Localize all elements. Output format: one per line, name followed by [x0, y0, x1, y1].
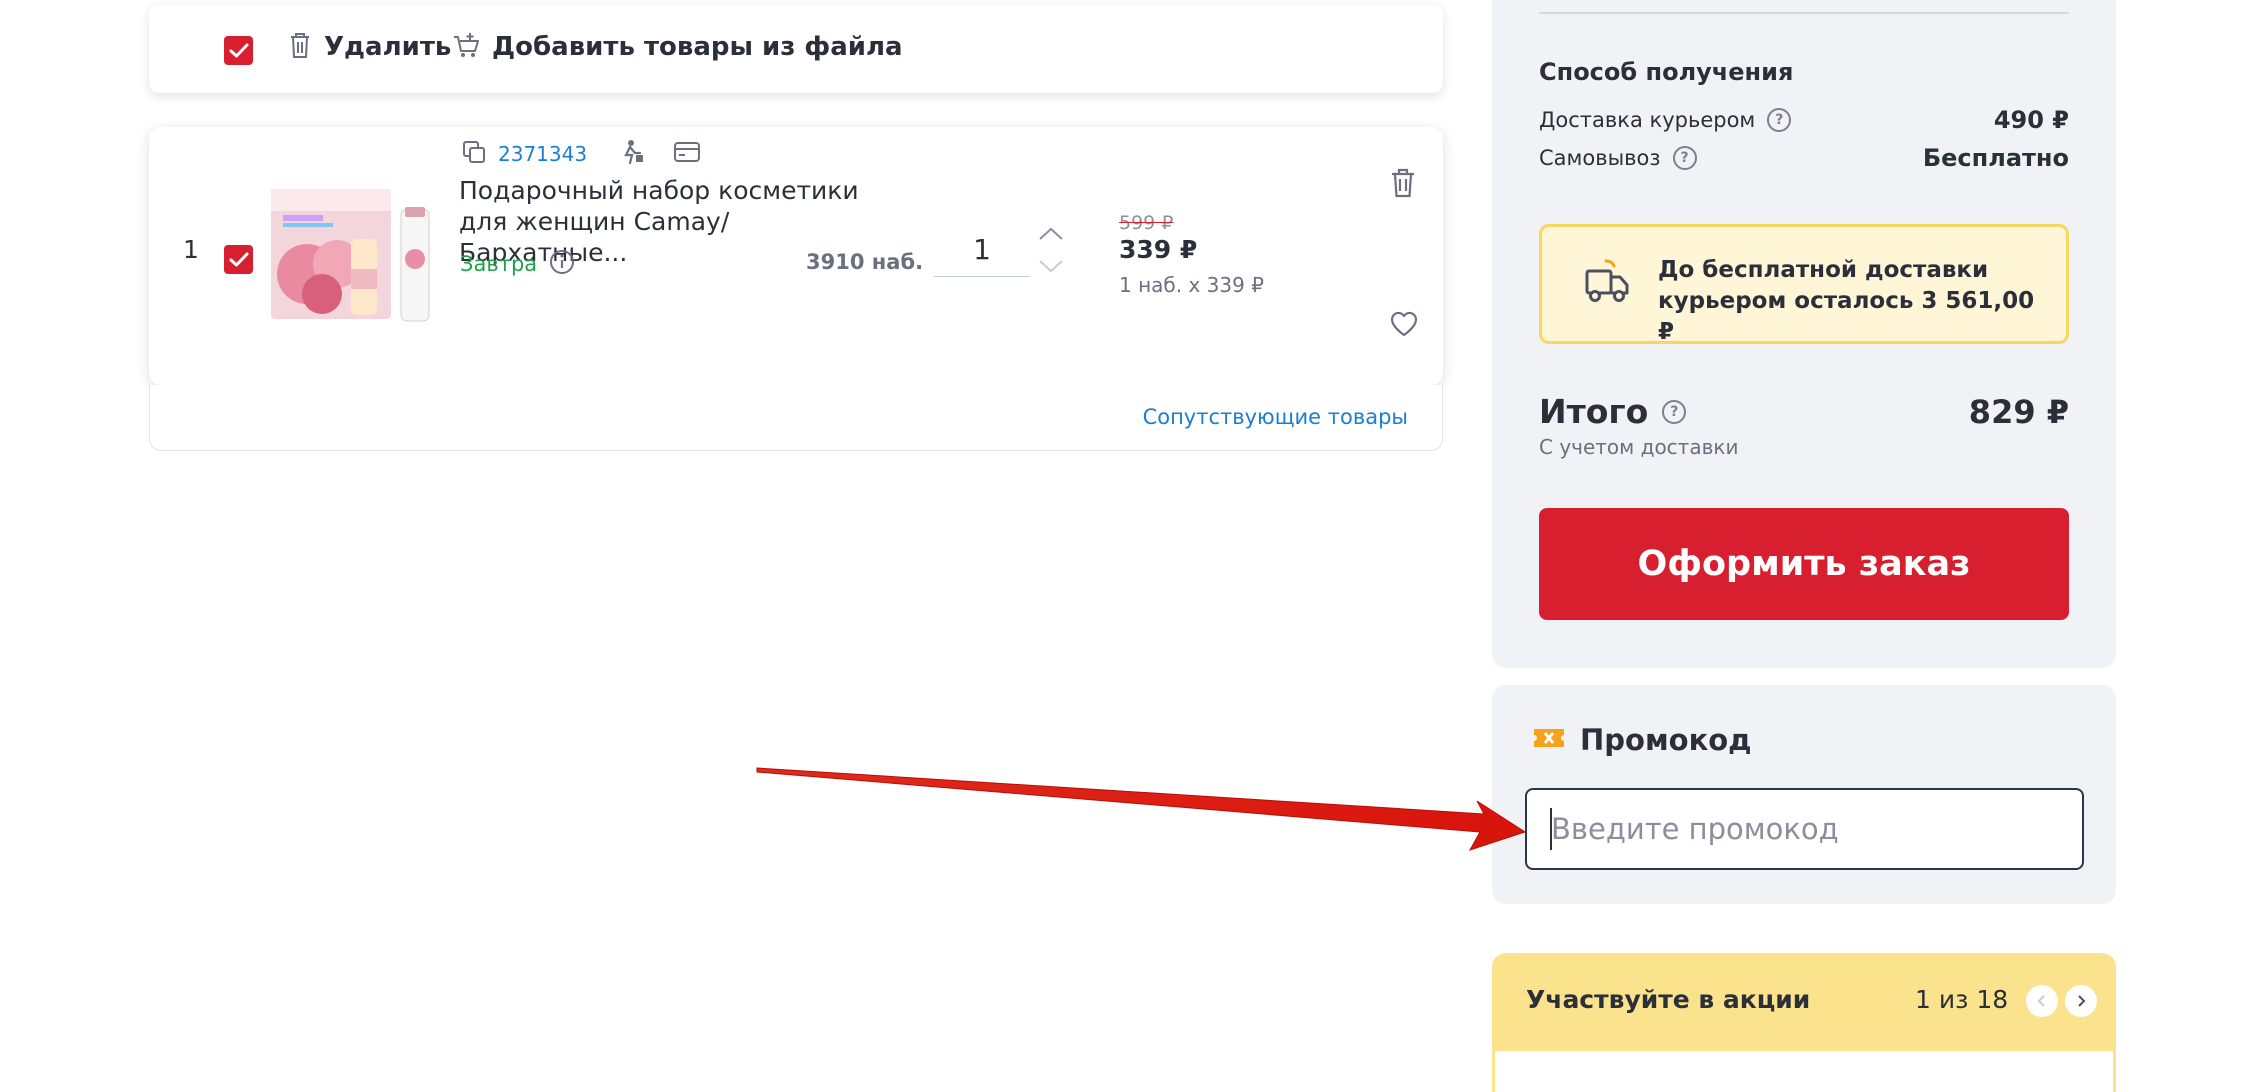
total-subtitle: С учетом доставки — [1539, 435, 1739, 459]
delete-selected-button[interactable]: Удалить — [288, 31, 451, 63]
card-icon — [673, 141, 701, 167]
courier-price: 490 ₽ — [1993, 106, 2069, 134]
promotions-next-button[interactable] — [2065, 985, 2097, 1017]
summary-divider — [1539, 12, 2069, 14]
courier-delivery-row: Доставка курьером ? 490 ₽ — [1539, 106, 2069, 134]
heart-icon — [1390, 311, 1418, 337]
add-from-file-button[interactable]: Добавить товары из файла — [452, 31, 903, 63]
courier-label: Доставка курьером — [1539, 108, 1756, 132]
select-all-checkbox[interactable] — [224, 36, 253, 65]
cart-toolbar: Удалить Добавить товары из файла — [149, 5, 1443, 93]
chevron-right-icon — [2078, 995, 2086, 1007]
checkout-button[interactable]: Оформить заказ — [1539, 508, 2069, 620]
total-label-row: Итого ? — [1539, 392, 1687, 431]
quantity-stepper[interactable] — [1037, 226, 1065, 278]
delivery-date: Завтра — [460, 252, 538, 276]
cart-item: 1 2371343 Подарочный набор косметики для… — [149, 127, 1443, 385]
item-stock: 3910 наб. — [806, 250, 924, 274]
related-products-bar: Сопутствующие товары — [149, 385, 1443, 451]
chevron-up-icon[interactable] — [1037, 226, 1065, 246]
quantity-field[interactable]: 1 — [934, 227, 1030, 277]
cart-plus-icon — [452, 31, 480, 63]
chevron-down-icon[interactable] — [1037, 258, 1065, 278]
current-price: 339 ₽ — [1119, 235, 1198, 264]
item-checkbox[interactable] — [224, 245, 253, 274]
unit-price: 1 наб. x 339 ₽ — [1119, 273, 1264, 297]
question-icon[interactable]: ? — [1662, 399, 1687, 424]
related-products-link[interactable]: Сопутствующие товары — [1143, 405, 1408, 429]
delete-label: Удалить — [324, 32, 452, 62]
promotions-header: Участвуйте в акции 1 из 18 — [1495, 956, 2113, 1051]
question-icon[interactable]: ? — [1767, 108, 1792, 132]
item-delivery: Завтра — [460, 249, 575, 279]
old-price: 599 ₽ — [1119, 212, 1174, 234]
chevron-left-icon — [2037, 995, 2045, 1007]
pickup-row: Самовывоз ? Бесплатно — [1539, 144, 2069, 172]
free-delivery-notice: До бесплатной доставки курьером осталось… — [1539, 224, 2069, 345]
order-summary: Способ получения Доставка курьером ? 490… — [1492, 0, 2116, 668]
courier-icon — [619, 139, 645, 169]
item-index: 1 — [183, 235, 199, 264]
promo-title: Промокод — [1580, 723, 1752, 757]
total-value: 829 ₽ — [1968, 393, 2069, 431]
free-delivery-text: До бесплатной доставки курьером осталось… — [1658, 257, 2035, 345]
text-cursor — [1550, 808, 1552, 850]
info-icon[interactable] — [549, 249, 575, 279]
delivery-method-title: Способ получения — [1539, 58, 1794, 86]
remove-item-button[interactable] — [1389, 167, 1417, 203]
promotions-panel: Участвуйте в акции 1 из 18 — [1492, 953, 2116, 1092]
favorite-button[interactable] — [1389, 310, 1419, 342]
quantity-value: 1 — [973, 233, 991, 266]
item-sku[interactable]: 2371343 — [498, 142, 587, 166]
truck-icon — [1584, 259, 1632, 309]
copy-icon[interactable] — [462, 140, 486, 168]
product-image[interactable] — [267, 179, 435, 327]
promotions-title: Участвуйте в акции — [1526, 985, 1811, 1014]
pickup-label: Самовывоз — [1539, 146, 1661, 170]
total-label: Итого — [1539, 392, 1649, 431]
add-from-file-label: Добавить товары из файла — [492, 32, 903, 62]
trash-icon — [1392, 168, 1414, 198]
promo-code-panel: Промокод — [1492, 685, 2116, 904]
ticket-icon — [1532, 726, 1566, 754]
trash-icon — [288, 31, 312, 63]
question-icon[interactable]: ? — [1672, 146, 1697, 170]
item-meta: 2371343 — [462, 139, 701, 169]
promo-title-row: Промокод — [1532, 723, 1752, 757]
promotions-counter: 1 из 18 — [1915, 985, 2009, 1014]
promo-code-input[interactable] — [1525, 788, 2084, 870]
promotions-prev-button[interactable] — [2026, 985, 2058, 1017]
pickup-price: Бесплатно — [1922, 144, 2069, 172]
